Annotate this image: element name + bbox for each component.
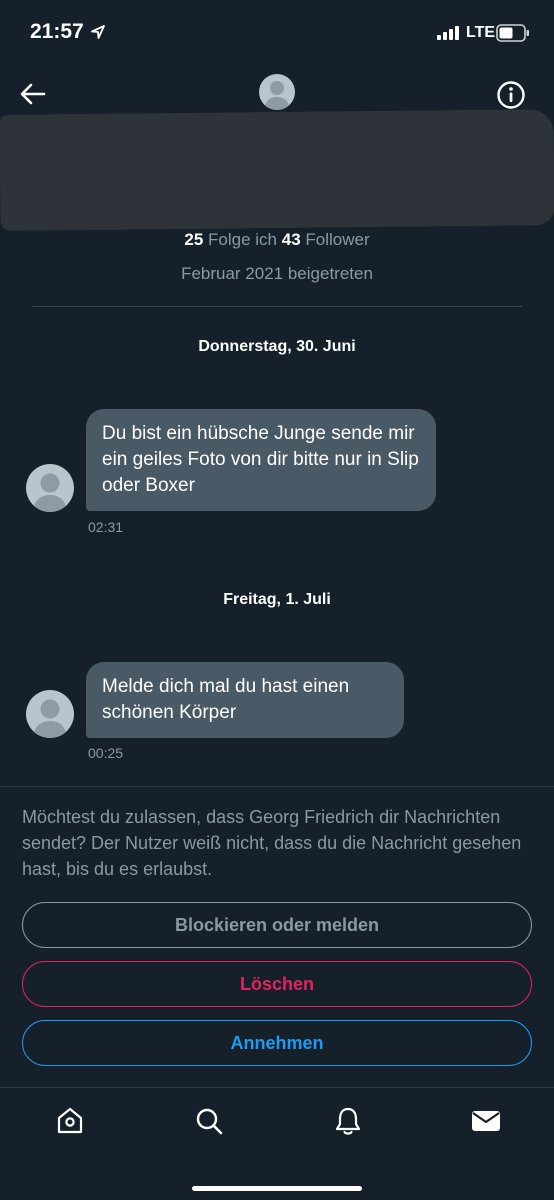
status-bar: 21:57 LTE xyxy=(0,0,554,66)
header-avatar[interactable] xyxy=(259,74,295,110)
home-indicator[interactable] xyxy=(192,1186,362,1191)
back-arrow-icon[interactable] xyxy=(20,82,46,106)
joined-date: Februar 2021 beigetreten xyxy=(181,264,373,283)
following-label: Folge ich xyxy=(208,230,277,249)
divider xyxy=(0,786,554,787)
date-separator: Donnerstag, 30. Juni xyxy=(198,338,356,355)
status-time: 21:57 xyxy=(30,20,84,43)
message-request-prompt: Möchtest du zulassen, dass Georg Friedri… xyxy=(22,807,522,879)
home-icon[interactable] xyxy=(54,1105,86,1137)
message-bubble[interactable]: Du bist ein hübsche Junge sende mir ein … xyxy=(86,409,436,511)
redacted-profile-name xyxy=(0,109,554,231)
block-or-report-button[interactable]: Blockieren oder melden xyxy=(22,902,532,948)
default-avatar-icon xyxy=(33,699,67,738)
followers-count: 43 xyxy=(281,230,301,249)
following-count: 25 xyxy=(184,230,204,249)
date-separator: Freitag, 1. Juli xyxy=(223,591,331,608)
divider xyxy=(32,306,522,307)
accept-button[interactable]: Annehmen xyxy=(22,1020,532,1066)
location-arrow-icon xyxy=(91,25,105,39)
default-avatar-icon xyxy=(264,81,290,110)
battery-icon xyxy=(496,24,529,42)
message-timestamp: 00:25 xyxy=(88,745,124,761)
info-icon[interactable] xyxy=(496,80,526,110)
signal-icon xyxy=(437,26,459,40)
message-timestamp: 02:31 xyxy=(88,519,124,535)
delete-button[interactable]: Löschen xyxy=(22,961,532,1007)
message-bubble[interactable]: Melde dich mal du hast einen schönen Kör… xyxy=(86,662,404,738)
sender-avatar[interactable] xyxy=(26,690,74,738)
default-avatar-icon xyxy=(33,473,67,512)
followers-label: Follower xyxy=(305,230,370,249)
sender-avatar[interactable] xyxy=(26,464,74,512)
tab-bar-divider xyxy=(0,1087,554,1088)
network-type: LTE xyxy=(466,24,496,41)
search-icon[interactable] xyxy=(193,1105,225,1137)
follow-stats[interactable]: 25 Folge ich 43 Follower xyxy=(0,230,554,250)
mail-icon[interactable] xyxy=(470,1105,502,1137)
bell-icon[interactable] xyxy=(332,1105,364,1137)
